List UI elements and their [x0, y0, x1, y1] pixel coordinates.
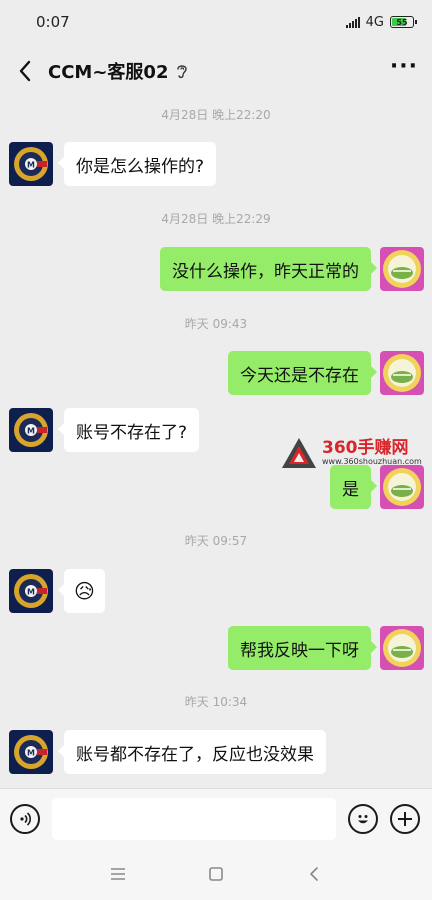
battery-level: 55: [396, 17, 408, 27]
timestamp: 昨天 10:34: [184, 695, 248, 709]
message-received[interactable]: 账号都不存在了，反应也没效果: [58, 730, 326, 774]
svg-text:M: M: [27, 588, 35, 597]
more-options-button[interactable]: ···: [390, 56, 418, 86]
system-back-button[interactable]: [301, 861, 327, 887]
message-received[interactable]: 😥: [58, 569, 105, 613]
avatar[interactable]: [380, 351, 424, 395]
watermark-url: www.360shouzhuan.com: [322, 457, 422, 466]
back-button[interactable]: [14, 60, 36, 82]
watermark: 360手赚网 www.360shouzhuan.com: [280, 433, 430, 473]
menu-icon: [111, 868, 125, 880]
timestamp: 4月28日 晚上22:29: [161, 212, 271, 226]
system-nav-bar: [0, 848, 432, 900]
back-triangle-icon: [310, 867, 318, 881]
chevron-left-icon: [19, 60, 31, 82]
svg-text:M: M: [27, 427, 35, 436]
timestamp: 昨天 09:57: [184, 534, 248, 548]
chat-messages[interactable]: 4月28日 晚上22:20 M 你是怎么操作的? 4月28日 晚上22:29 没…: [0, 98, 432, 788]
signal-icon: [345, 16, 360, 28]
message-sent[interactable]: 帮我反映一下呀: [228, 626, 377, 670]
voice-icon: [20, 811, 32, 826]
avatar[interactable]: [380, 626, 424, 670]
timestamp: 4月28日 晚上22:20: [161, 108, 271, 122]
plus-icon: [398, 811, 412, 826]
avatar[interactable]: M: [9, 730, 53, 774]
avatar[interactable]: M: [9, 142, 53, 186]
watermark-logo-icon: [282, 438, 316, 468]
home-button[interactable]: [203, 861, 229, 887]
status-icons: 4G 55: [345, 14, 417, 30]
emoji-icon: [358, 814, 368, 823]
timestamp: 昨天 09:43: [184, 317, 248, 331]
avatar[interactable]: [380, 247, 424, 291]
avatar[interactable]: M: [9, 408, 53, 452]
avatar[interactable]: M: [9, 569, 53, 613]
message-input[interactable]: [52, 797, 336, 840]
svg-text:M: M: [27, 749, 35, 758]
message-received[interactable]: 账号不存在了?: [57, 408, 200, 452]
status-bar: 0:07 4G 55: [0, 0, 432, 44]
recents-button[interactable]: [105, 861, 131, 887]
message-sent[interactable]: 今天还是不存在: [228, 351, 377, 395]
emoji-button[interactable]: [348, 803, 378, 834]
network-label: 4G: [365, 14, 384, 30]
chat-title: CCM~客服02: [48, 62, 169, 83]
watermark-title: 360手赚网: [322, 438, 409, 458]
home-square-icon: [209, 867, 223, 881]
message-sent[interactable]: 没什么操作，昨天正常的: [160, 247, 377, 291]
input-bar: [0, 788, 432, 848]
message-received[interactable]: 你是怎么操作的?: [57, 142, 217, 186]
battery-icon: 55: [390, 16, 417, 28]
voice-button[interactable]: [10, 803, 40, 834]
more-functions-button[interactable]: [390, 803, 420, 834]
status-time: 0:07: [36, 13, 70, 31]
earpiece-mode-icon: [177, 65, 188, 79]
svg-text:M: M: [27, 161, 35, 170]
chat-header: CCM~客服02 ···: [0, 44, 432, 98]
